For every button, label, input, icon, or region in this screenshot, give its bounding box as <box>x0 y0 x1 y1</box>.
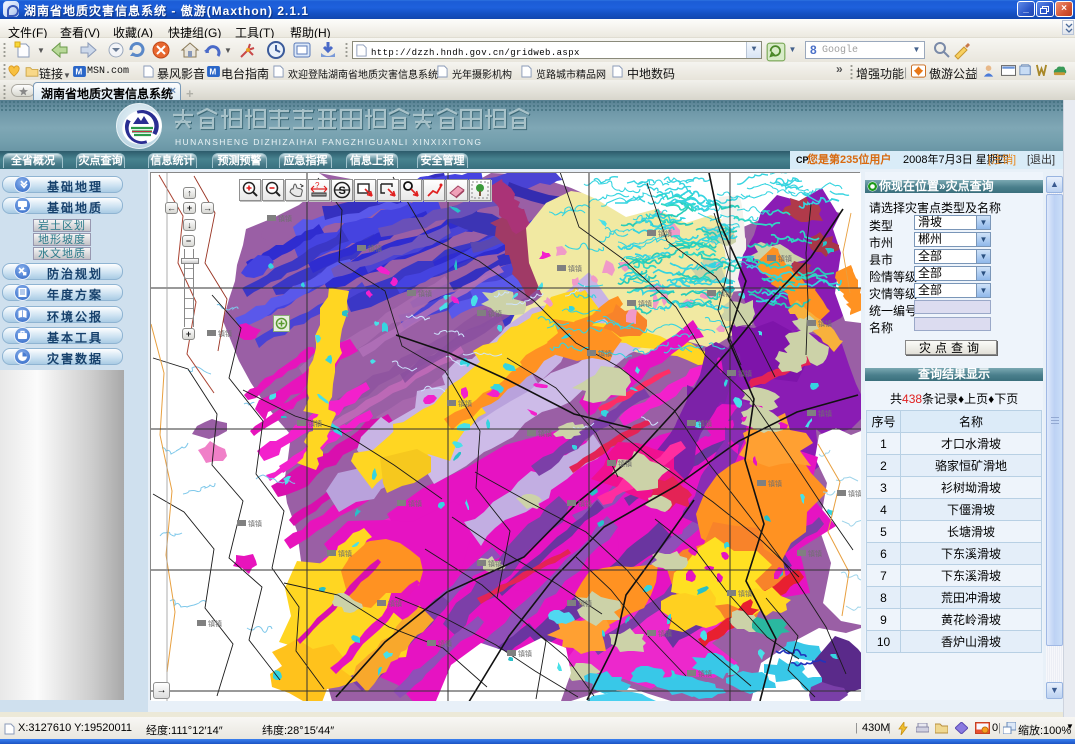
svg-text:镇镇: 镇镇 <box>338 549 352 558</box>
svg-text:镇镇: 镇镇 <box>738 589 752 598</box>
svg-text:镇镇: 镇镇 <box>368 244 382 253</box>
svg-text:镇镇: 镇镇 <box>538 429 552 438</box>
svg-text:镇镇: 镇镇 <box>208 619 222 628</box>
svg-text:镇镇: 镇镇 <box>718 289 732 298</box>
svg-text:镇镇: 镇镇 <box>388 599 402 608</box>
svg-text:镇镇: 镇镇 <box>698 669 712 678</box>
svg-text:镇镇: 镇镇 <box>658 229 672 238</box>
svg-text:镇镇: 镇镇 <box>488 309 502 318</box>
svg-text:镇镇: 镇镇 <box>808 549 822 558</box>
svg-text:镇镇: 镇镇 <box>218 329 232 338</box>
svg-text:镇镇: 镇镇 <box>488 559 502 568</box>
svg-text:镇镇: 镇镇 <box>768 479 782 488</box>
svg-text:镇镇: 镇镇 <box>578 599 592 608</box>
svg-text:镇镇: 镇镇 <box>308 419 322 428</box>
svg-text:镇镇: 镇镇 <box>618 459 632 468</box>
svg-text:镇镇: 镇镇 <box>738 369 752 378</box>
svg-text:镇镇: 镇镇 <box>518 649 532 658</box>
svg-text:镇镇: 镇镇 <box>458 399 472 408</box>
svg-text:镇镇: 镇镇 <box>658 629 672 638</box>
svg-text:镇镇: 镇镇 <box>248 519 262 528</box>
svg-text:M: M <box>75 68 82 77</box>
svg-text:镇镇: 镇镇 <box>598 349 612 358</box>
svg-text:镇镇: 镇镇 <box>818 319 832 328</box>
svg-text:镇镇: 镇镇 <box>578 499 592 508</box>
svg-text:M: M <box>209 68 216 77</box>
svg-text:镇镇: 镇镇 <box>848 489 861 498</box>
svg-text:镇镇: 镇镇 <box>778 254 792 263</box>
svg-text:镇镇: 镇镇 <box>278 214 292 223</box>
svg-text:?: ? <box>315 181 320 190</box>
svg-text:镇镇: 镇镇 <box>408 499 422 508</box>
svg-text:镇镇: 镇镇 <box>638 299 652 308</box>
svg-text:镇镇: 镇镇 <box>418 289 432 298</box>
svg-text:镇镇: 镇镇 <box>698 419 712 428</box>
svg-text:S: S <box>339 185 346 197</box>
svg-text:镇镇: 镇镇 <box>438 639 452 648</box>
svg-text:镇镇: 镇镇 <box>818 409 832 418</box>
svg-text:镇镇: 镇镇 <box>568 264 582 273</box>
